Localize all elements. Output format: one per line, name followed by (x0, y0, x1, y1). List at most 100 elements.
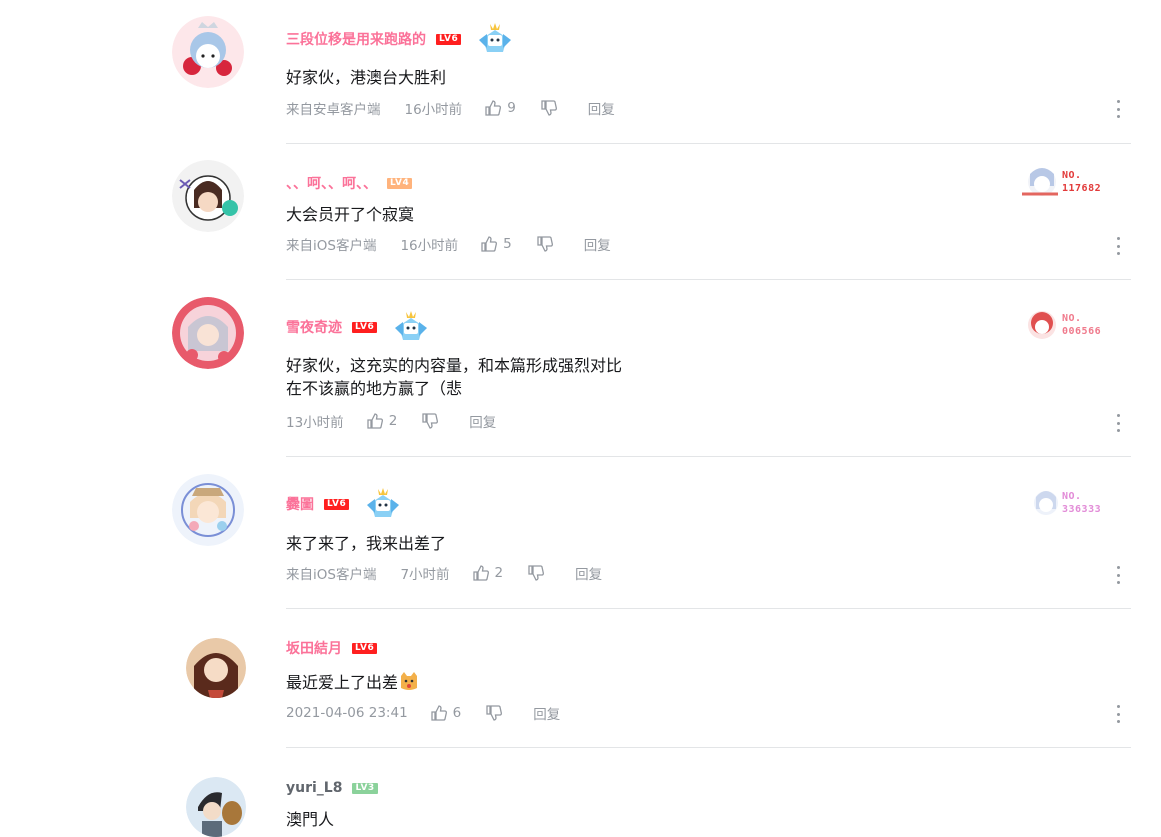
username[interactable]: 坂田結月 (286, 638, 342, 658)
reply-button[interactable]: 回复 (575, 563, 602, 583)
comment-text: 大会员开了个寂寞 (286, 205, 415, 224)
user-avatar[interactable] (186, 638, 246, 698)
like-count: 2 (494, 565, 504, 581)
user-avatar[interactable] (172, 160, 244, 232)
comment-text-content: 最近爱上了出差 (286, 673, 399, 692)
username[interactable]: 三段位移是用来跑路的 (286, 29, 426, 49)
comment-meta: 来自iOS客户端 16小时前 5 回复 (286, 234, 611, 254)
reply-button[interactable]: 回复 (588, 98, 615, 118)
like-button[interactable]: 2 (472, 564, 504, 582)
comment-text: 好家伙，港澳台大胜利 (286, 68, 447, 87)
fan-medal-icon (479, 23, 512, 52)
more-icon[interactable] (1115, 237, 1121, 255)
comment-text: 最近爱上了出差 (286, 670, 420, 694)
level-badge: LV6 (352, 642, 378, 654)
like-count: 2 (388, 413, 398, 429)
comment-source: 来自iOS客户端 (286, 238, 377, 254)
dislike-icon (486, 705, 503, 721)
dislike-button[interactable] (485, 704, 503, 722)
comment-meta: 13小时前 2 回复 (286, 411, 496, 431)
fan-badge: NO. 117682 (1018, 162, 1128, 202)
dislike-button[interactable] (421, 412, 439, 430)
level-badge: LV3 (352, 782, 378, 794)
badge-number: 006566 (1062, 326, 1102, 337)
fan-badge-icon (1022, 168, 1058, 196)
more-icon[interactable] (1115, 100, 1121, 118)
comment-source: 来自iOS客户端 (286, 567, 377, 583)
dislike-icon (422, 413, 439, 429)
like-button[interactable]: 6 (430, 704, 462, 722)
comment-text: 来了来了，我来出差了 (286, 534, 447, 553)
like-count: 6 (452, 705, 462, 721)
user-avatar[interactable] (172, 474, 244, 546)
reply-button[interactable]: 回复 (584, 234, 611, 254)
like-icon (431, 705, 447, 721)
comment-time: 7小时前 (400, 567, 450, 583)
comment-time: 2021-04-06 23:41 (286, 705, 408, 721)
comment-meta: 来自iOS客户端 7小时前 2 回复 (286, 563, 602, 583)
comment-text: 好家伙，这充实的内容量，和本篇形成强烈对比 在不该赢的地方赢了（悲 (286, 356, 623, 398)
username[interactable]: 雪夜奇迹 (286, 317, 342, 337)
like-icon (481, 236, 498, 252)
comment-text: 澳門人 (286, 810, 335, 829)
comment-source: 来自安卓客户端 (286, 102, 381, 118)
user-info: 三段位移是用来跑路的 LV6 (286, 23, 515, 52)
like-icon (485, 100, 502, 116)
username[interactable]: 爨圖 (286, 494, 314, 514)
dislike-button[interactable] (527, 564, 545, 582)
user-avatar[interactable] (172, 16, 244, 88)
badge-number: 117682 (1062, 183, 1102, 194)
cat-emoji-icon (401, 672, 418, 690)
like-icon (472, 565, 489, 581)
like-icon (367, 413, 383, 429)
user-avatar[interactable] (186, 777, 246, 837)
user-info: 、、呵、、呵、、 LV4 (286, 172, 413, 194)
user-info: 坂田結月 LV6 (286, 637, 378, 659)
more-icon[interactable] (1115, 414, 1121, 432)
dislike-icon (537, 236, 553, 252)
comment-meta: 来自安卓客户端 16小时前 9 回复 (286, 98, 615, 118)
divider (286, 143, 1131, 144)
divider (286, 608, 1131, 609)
comment-time: 16小时前 (404, 102, 463, 118)
fan-medal-icon (395, 311, 428, 340)
dislike-icon (528, 565, 545, 581)
badge-label: NO. (1062, 491, 1082, 502)
comment-time: 16小时前 (400, 238, 459, 254)
level-badge: LV6 (324, 498, 350, 510)
more-icon[interactable] (1115, 566, 1121, 584)
badge-label: NO. (1062, 313, 1082, 324)
fan-badge-icon (1034, 491, 1058, 515)
fan-medal-icon (367, 488, 400, 517)
reply-button[interactable]: 回复 (533, 703, 560, 723)
fan-badge: NO. 006566 (1018, 305, 1128, 345)
dislike-button[interactable] (536, 235, 554, 253)
username[interactable]: 、、呵、、呵、、 (286, 173, 377, 193)
like-button[interactable]: 5 (480, 235, 512, 253)
divider (286, 747, 1131, 748)
divider (286, 456, 1131, 457)
comment-meta: 2021-04-06 23:41 6 回复 (286, 703, 560, 723)
like-button[interactable]: 9 (484, 99, 516, 117)
more-icon[interactable] (1115, 705, 1121, 723)
like-count: 5 (503, 236, 512, 252)
fan-badge-icon (1028, 311, 1056, 339)
comment-time: 13小时前 (286, 415, 344, 431)
fan-badge: NO. 336333 (1018, 483, 1128, 523)
dislike-button[interactable] (540, 99, 558, 117)
user-avatar[interactable] (172, 297, 244, 369)
badge-number: 336333 (1062, 504, 1102, 515)
user-info: 雪夜奇迹 LV6 (286, 311, 431, 340)
user-info: yuri_L8 LV3 (286, 777, 378, 799)
user-info: 爨圖 LV6 (286, 488, 403, 517)
divider (286, 279, 1131, 280)
username[interactable]: yuri_L8 (286, 780, 342, 796)
like-count: 9 (507, 100, 516, 116)
badge-label: NO. (1062, 170, 1082, 181)
like-button[interactable]: 2 (366, 412, 398, 430)
dislike-icon (541, 100, 557, 116)
reply-button[interactable]: 回复 (469, 411, 496, 431)
level-badge: LV4 (387, 177, 413, 189)
level-badge: LV6 (352, 321, 378, 333)
level-badge: LV6 (436, 33, 462, 45)
